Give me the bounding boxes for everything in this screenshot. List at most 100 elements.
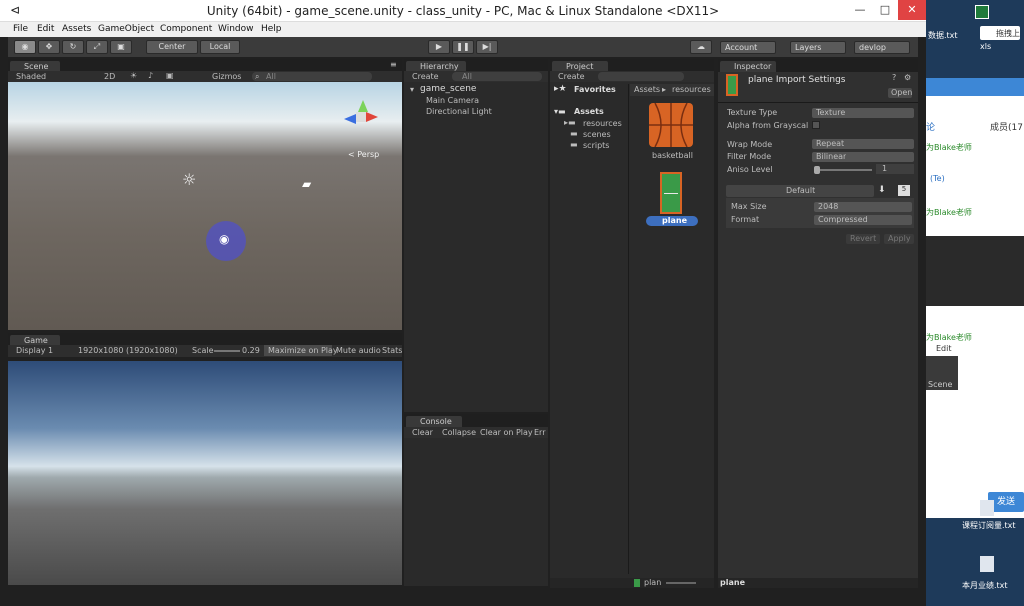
filter-mode-dropdown[interactable]: Bilinear	[812, 152, 914, 162]
inspector-asset-thumbnail	[726, 74, 738, 96]
selected-object-handle[interactable]: ◉	[206, 221, 246, 261]
rect-icon: ▣	[117, 42, 125, 51]
hierarchy-item-directional-light[interactable]: Directional Light	[426, 107, 492, 116]
menu-window[interactable]: Window	[218, 24, 254, 34]
project-create-dropdown[interactable]: Create	[558, 72, 585, 81]
effects-icon[interactable]: ▣	[166, 71, 174, 80]
minimize-button[interactable]: —	[848, 0, 872, 20]
perspective-label[interactable]: < Persp	[348, 150, 379, 159]
gizmos-dropdown[interactable]: Gizmos	[212, 72, 241, 81]
space-toggle[interactable]: Local	[200, 40, 240, 54]
upload-badge[interactable]: 拖拽上	[980, 26, 1020, 40]
console-error-toggle[interactable]: Err	[534, 428, 546, 437]
menu-assets[interactable]: Assets	[62, 24, 91, 34]
alpha-grayscale-checkbox[interactable]	[812, 121, 820, 129]
help-icon[interactable]: ?	[892, 73, 896, 82]
aniso-level-input[interactable]: 1	[876, 164, 914, 174]
account-dropdown[interactable]: Account	[720, 41, 776, 54]
hierarchy-search-input[interactable]: All	[452, 72, 542, 81]
assets-folder[interactable]: Assets	[574, 107, 604, 116]
menu-help[interactable]: Help	[261, 24, 282, 34]
maximize-on-play-toggle[interactable]: Maximize on Play	[264, 345, 338, 356]
asset-basketball[interactable]	[649, 102, 693, 148]
view-tool-button[interactable]: ◉	[14, 40, 36, 54]
rect-tool-button[interactable]: ▣	[110, 40, 132, 54]
scene-orientation-gizmo[interactable]	[344, 100, 378, 134]
resolution-dropdown[interactable]: 1920x1080 (1920x1080)	[78, 346, 178, 355]
pivot-label: Center	[158, 42, 186, 51]
format-dropdown[interactable]: Compressed	[814, 215, 912, 225]
inspector-open-button[interactable]: Open	[888, 88, 912, 98]
thumbnail-size-slider[interactable]	[666, 582, 696, 584]
hierarchy-scene-name[interactable]: game_scene	[420, 84, 476, 94]
inspector-tab-label: Inspector	[734, 62, 772, 71]
folder-scripts[interactable]: scripts	[583, 141, 609, 150]
aniso-level-slider[interactable]	[814, 166, 872, 174]
asset-plane[interactable]	[660, 172, 682, 214]
menu-component[interactable]: Component	[160, 24, 212, 34]
tab-console[interactable]: Console	[406, 416, 462, 427]
favorites-label[interactable]: Favorites	[574, 85, 616, 94]
folder-resources[interactable]: resources	[583, 119, 622, 128]
maximize-button[interactable]: □	[873, 0, 897, 20]
desktop-file-label-2: xls	[980, 42, 992, 51]
camera-icon[interactable]: ▰	[302, 177, 311, 191]
wrap-mode-value: Repeat	[816, 139, 845, 148]
txt-file-icon[interactable]	[980, 500, 994, 516]
scene-expand-icon[interactable]: ▾	[410, 85, 414, 94]
slider-handle[interactable]	[814, 166, 820, 174]
revert-button[interactable]: Revert	[846, 234, 880, 244]
scene-search-input[interactable]: ⌕ All	[252, 72, 372, 81]
panel-menu-icon[interactable]: ≡	[390, 60, 397, 69]
scale-slider[interactable]	[214, 350, 240, 352]
download-icon[interactable]: ⬇	[878, 185, 886, 195]
pause-button[interactable]: ❚❚	[452, 40, 474, 54]
scale-tool-button[interactable]: ⤢	[86, 40, 108, 54]
breadcrumb-assets[interactable]: Assets	[634, 85, 660, 94]
menu-gameobject[interactable]: GameObject	[98, 24, 154, 34]
rotate-tool-button[interactable]: ↻	[62, 40, 84, 54]
apply-button[interactable]: Apply	[884, 234, 914, 244]
display-dropdown[interactable]: Display 1	[16, 346, 53, 355]
step-icon: ▶|	[482, 42, 492, 51]
step-button[interactable]: ▶|	[476, 40, 498, 54]
hierarchy-create-dropdown[interactable]: Create	[412, 72, 439, 81]
menu-file[interactable]: File	[13, 24, 28, 34]
mode-2d-toggle[interactable]: 2D	[104, 72, 115, 81]
html5-icon[interactable]: 5	[898, 185, 910, 196]
game-viewport[interactable]	[8, 361, 402, 585]
gear-icon[interactable]: ⚙	[904, 73, 911, 82]
stats-toggle[interactable]: Stats	[382, 346, 402, 355]
project-search-input[interactable]	[598, 72, 684, 81]
hierarchy-item-main-camera[interactable]: Main Camera	[426, 96, 479, 105]
wrap-mode-dropdown[interactable]: Repeat	[812, 139, 914, 149]
menu-edit[interactable]: Edit	[37, 24, 54, 34]
texture-type-dropdown[interactable]: Texture	[812, 108, 914, 118]
move-tool-button[interactable]: ✥	[38, 40, 60, 54]
console-collapse-button[interactable]: Collapse	[442, 428, 476, 437]
title-bar: ⊲ Unity (64bit) - game_scene.unity - cla…	[0, 0, 926, 22]
console-clear-button[interactable]: Clear	[412, 428, 433, 437]
scale-icon: ⤢	[93, 42, 101, 51]
layers-dropdown[interactable]: Layers	[790, 41, 846, 54]
mute-audio-toggle[interactable]: Mute audio	[336, 346, 381, 355]
console-clear-on-play-button[interactable]: Clear on Play	[480, 428, 533, 437]
cloud-button[interactable]: ☁	[690, 40, 712, 54]
breadcrumb-resources[interactable]: resources	[672, 85, 711, 94]
play-button[interactable]: ▶	[428, 40, 450, 54]
excel-icon[interactable]	[975, 5, 989, 19]
folder-scenes[interactable]: scenes	[583, 130, 611, 139]
directional-light-icon[interactable]: ☼	[182, 170, 196, 189]
lighting-icon[interactable]: ☀	[130, 71, 137, 80]
format-label: Format	[731, 215, 760, 224]
shading-dropdown[interactable]: Shaded	[16, 72, 46, 81]
layout-dropdown[interactable]: devlop	[854, 41, 910, 54]
tab-inspector[interactable]: Inspector	[720, 61, 776, 72]
pivot-toggle[interactable]: Center	[146, 40, 198, 54]
max-size-dropdown[interactable]: 2048	[814, 202, 912, 212]
audio-icon[interactable]: ♪	[148, 71, 153, 80]
scene-viewport[interactable]: < Persp ☼ ▰ ◉	[8, 82, 402, 330]
txt-file-icon-2[interactable]	[980, 556, 994, 572]
close-button[interactable]: ✕	[898, 0, 926, 20]
platform-tab-default[interactable]: Default	[726, 185, 874, 197]
